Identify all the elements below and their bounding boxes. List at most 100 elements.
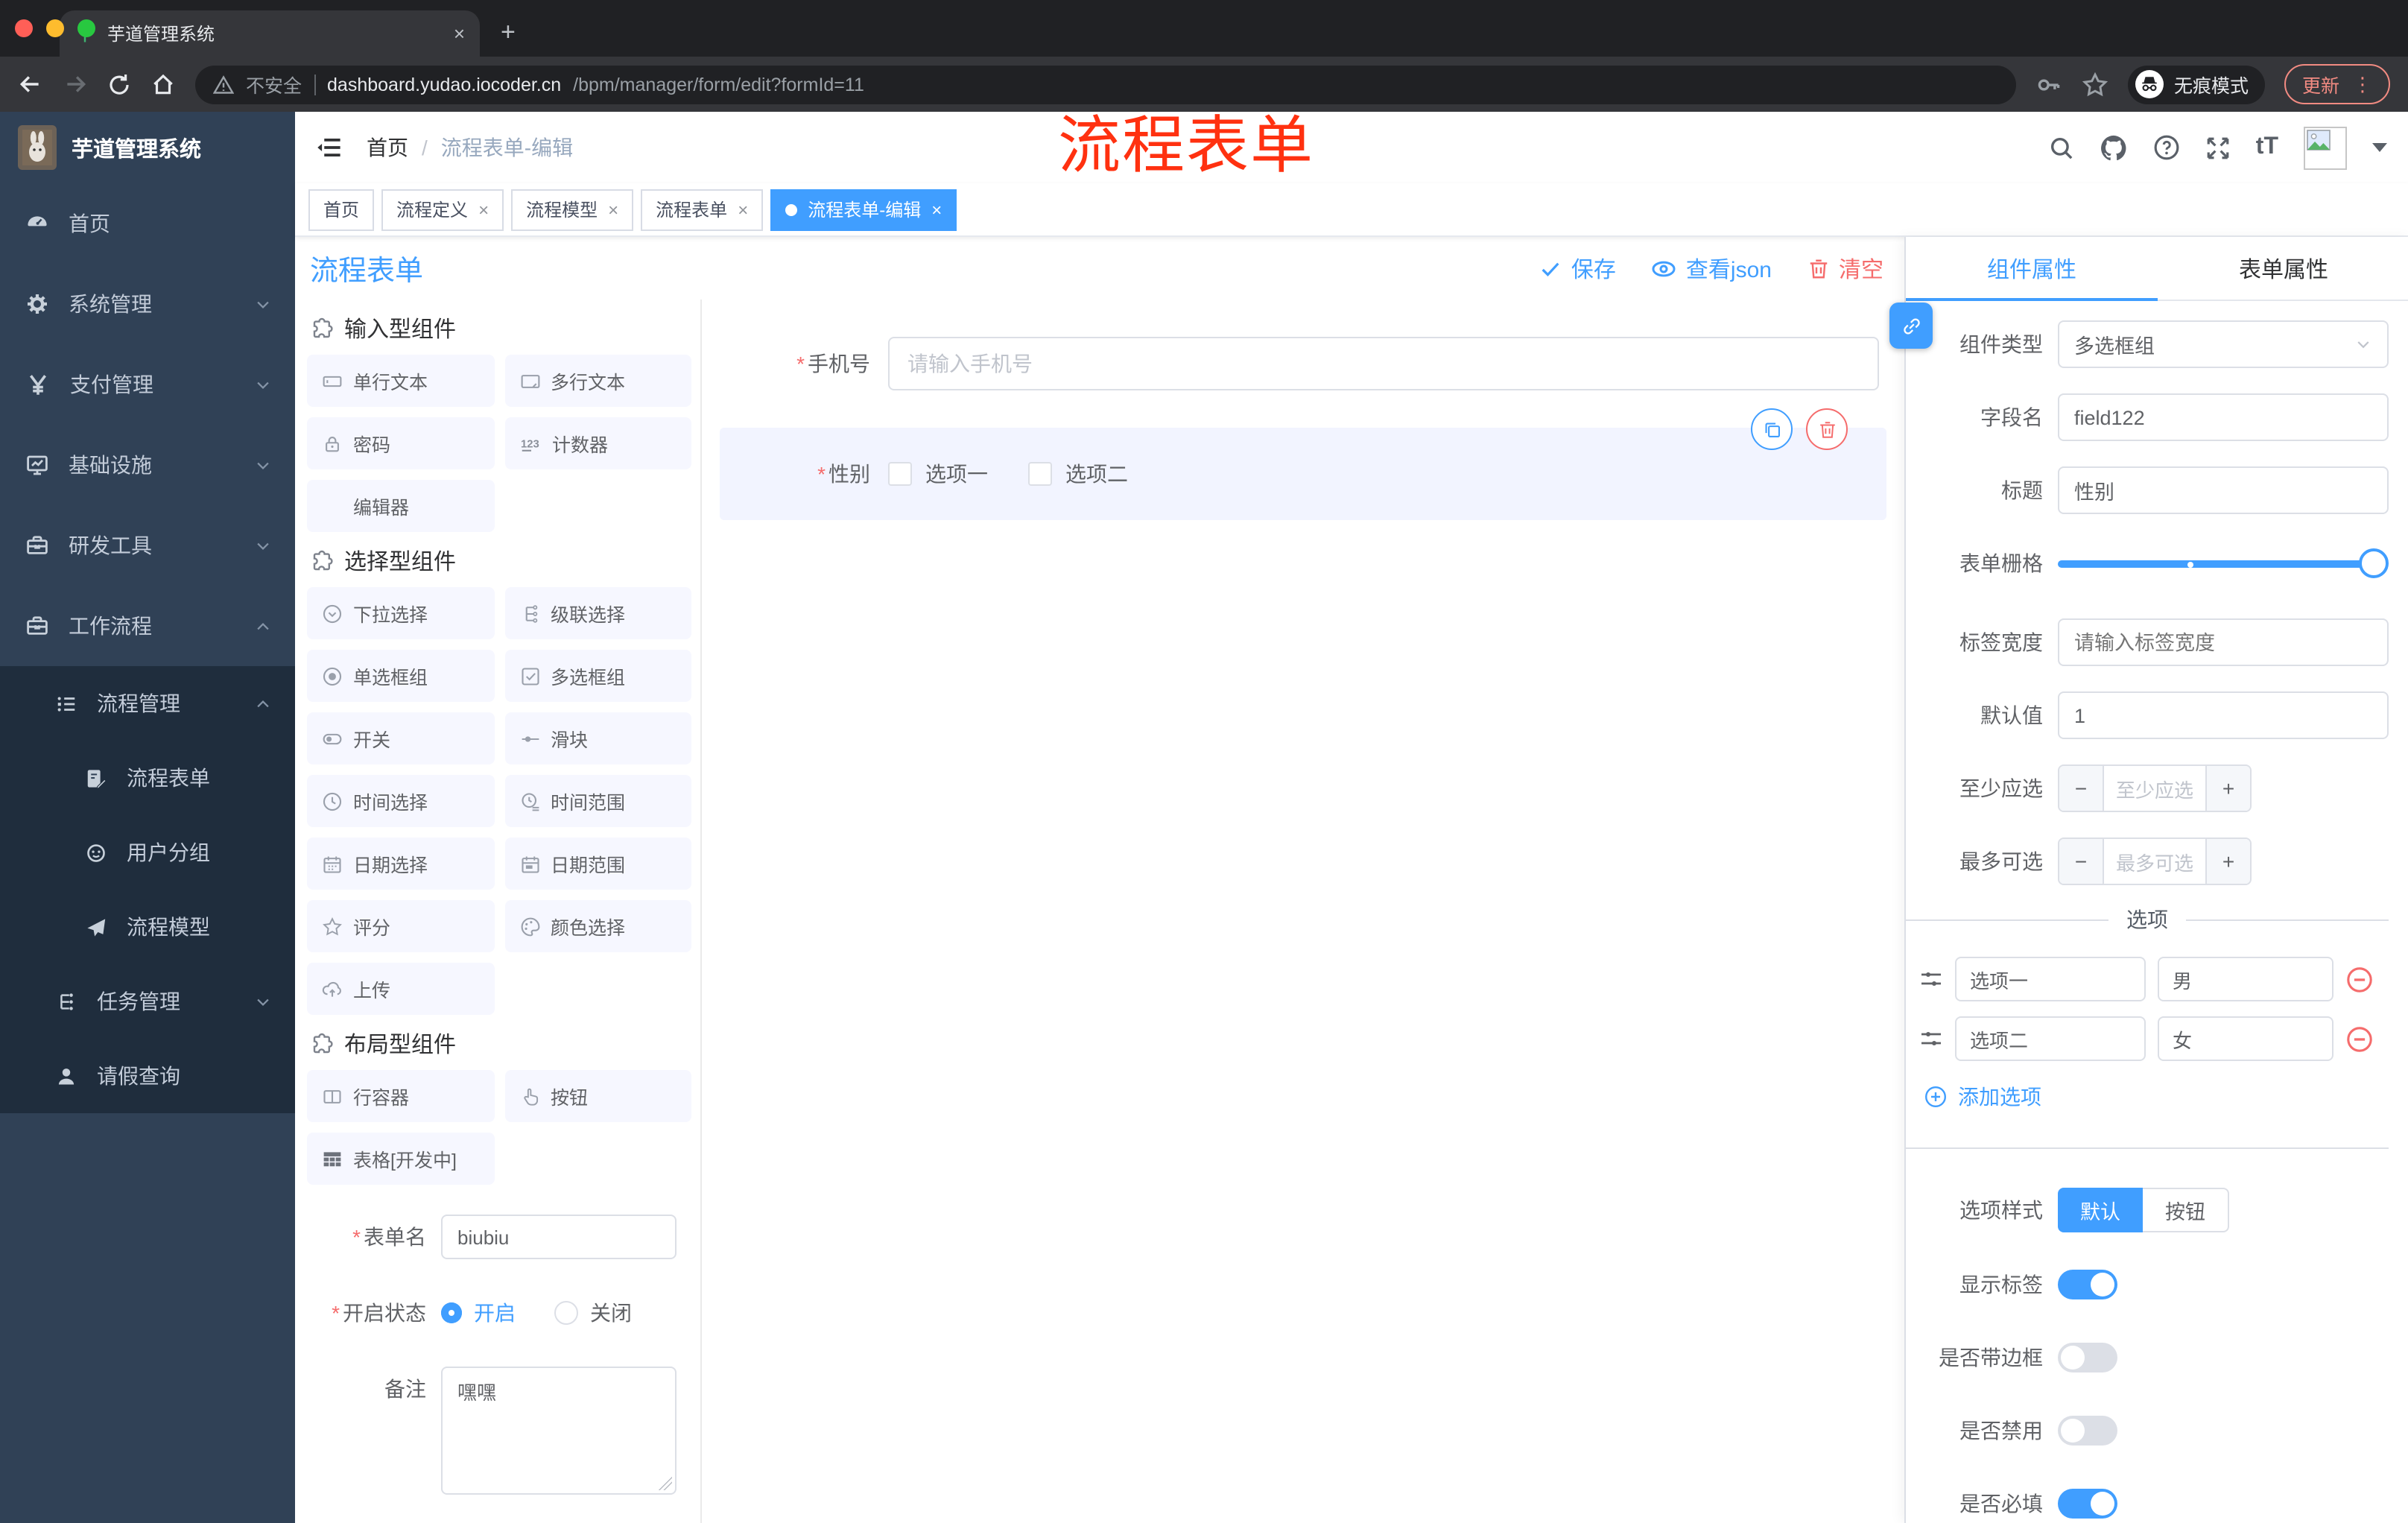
increase-button[interactable]: + [2205, 766, 2250, 811]
bookmark-star-icon[interactable] [2082, 71, 2108, 98]
password-key-icon[interactable] [2035, 71, 2062, 98]
tab-close-icon[interactable]: × [454, 22, 465, 45]
tag-process-form-edit[interactable]: 流程表单-编辑 × [770, 189, 957, 230]
component-slider[interactable]: 滑块 [504, 712, 691, 764]
tab-component-props[interactable]: 组件属性 [1906, 237, 2158, 300]
sidebar-item-process-form[interactable]: 流程表单 [0, 741, 295, 815]
option2-label-input[interactable] [1955, 1016, 2146, 1061]
sidebar-item-workflow[interactable]: 工作流程 [0, 586, 295, 666]
gender-checkbox-option1[interactable]: 选项一 [888, 459, 988, 489]
tag-close-icon[interactable]: × [931, 199, 942, 220]
required-toggle[interactable] [2058, 1489, 2117, 1519]
component-upload[interactable]: 上传 [307, 963, 494, 1015]
breadcrumb-home[interactable]: 首页 [367, 133, 408, 162]
duplicate-component-button[interactable] [1751, 408, 1793, 450]
field-name-input[interactable] [2058, 393, 2389, 441]
style-default-button[interactable]: 默认 [2058, 1188, 2143, 1232]
component-counter[interactable]: 123 计数器 [504, 417, 691, 469]
tag-close-icon[interactable]: × [738, 199, 748, 220]
reload-icon[interactable] [107, 72, 131, 96]
component-button[interactable]: 按钮 [504, 1070, 691, 1122]
sidebar-item-system[interactable]: 系统管理 [0, 264, 295, 344]
title-input[interactable] [2058, 466, 2389, 514]
tag-process-definition[interactable]: 流程定义 × [381, 189, 504, 230]
zoom-window-button[interactable] [77, 19, 95, 37]
grid-slider[interactable] [2058, 539, 2389, 587]
search-icon[interactable] [2049, 135, 2074, 160]
github-icon[interactable] [2100, 133, 2128, 162]
sidebar-item-user-group[interactable]: 用户分组 [0, 815, 295, 890]
component-date-range[interactable]: 日期范围 [504, 838, 691, 890]
component-color-picker[interactable]: 颜色选择 [504, 900, 691, 952]
remove-option-icon[interactable] [2345, 1025, 2374, 1053]
tab-form-props[interactable]: 表单属性 [2158, 237, 2408, 300]
drag-handle-icon[interactable] [1919, 1027, 1943, 1051]
gender-checkbox-option2[interactable]: 选项二 [1028, 459, 1128, 489]
tag-process-model[interactable]: 流程模型 × [511, 189, 634, 230]
component-editor[interactable]: 编辑器 [307, 480, 494, 532]
collapse-sidebar-icon[interactable] [316, 134, 343, 161]
style-button-button[interactable]: 按钮 [2143, 1188, 2229, 1232]
canvas-field-phone[interactable]: * 手机号 请输入手机号 [720, 337, 1879, 390]
remove-option-icon[interactable] [2345, 965, 2374, 993]
home-icon[interactable] [150, 72, 176, 97]
component-type-select[interactable]: 多选框组 [2058, 320, 2389, 368]
avatar-caret-icon[interactable] [2372, 143, 2387, 152]
option1-value-input[interactable] [2158, 957, 2333, 1001]
component-table-dev[interactable]: 表格[开发中] [307, 1133, 494, 1185]
phone-input[interactable]: 请输入手机号 [888, 337, 1879, 390]
drag-handle-icon[interactable] [1919, 967, 1943, 991]
tag-close-icon[interactable]: × [608, 199, 618, 220]
browser-update-button[interactable]: 更新 ⋮ [2284, 64, 2390, 104]
default-value-input[interactable] [2058, 691, 2389, 739]
component-switch[interactable]: 开关 [307, 712, 494, 764]
sidebar-item-task-management[interactable]: 任务管理 [0, 964, 295, 1039]
component-time-picker[interactable]: 时间选择 [307, 775, 494, 827]
increase-button[interactable]: + [2205, 839, 2250, 884]
component-multi-line-text[interactable]: 多行文本 [504, 355, 691, 407]
canvas-field-gender-selected[interactable]: * 性别 选项一 选项二 [720, 408, 1886, 520]
component-date-picker[interactable]: 日期选择 [307, 838, 494, 890]
address-bar[interactable]: 不安全 dashboard.yudao.iocoder.cn /bpm/mana… [195, 65, 2016, 104]
back-icon[interactable] [18, 72, 43, 97]
component-cascader[interactable]: 级联选择 [504, 587, 691, 639]
sidebar-item-infrastructure[interactable]: 基础设施 [0, 425, 295, 505]
forward-icon[interactable] [63, 72, 88, 97]
min-select-value[interactable]: 至少应选 [2104, 766, 2205, 811]
component-rate[interactable]: 评分 [307, 900, 494, 952]
sidebar-item-devtools[interactable]: 研发工具 [0, 505, 295, 586]
close-window-button[interactable] [15, 19, 33, 37]
view-json-button[interactable]: 查看json [1652, 253, 1772, 284]
tag-close-icon[interactable]: × [478, 199, 489, 220]
border-toggle[interactable] [2058, 1343, 2117, 1372]
option1-label-input[interactable] [1955, 957, 2146, 1001]
font-size-icon[interactable]: tT [2256, 134, 2278, 161]
sidebar-item-home[interactable]: 首页 [0, 183, 295, 264]
avatar[interactable] [2304, 126, 2347, 169]
tag-home[interactable]: 首页 [308, 189, 375, 230]
component-password[interactable]: 密码 [307, 417, 494, 469]
sidebar-item-process-model[interactable]: 流程模型 [0, 890, 295, 964]
form-name-input[interactable] [441, 1215, 677, 1259]
component-time-range[interactable]: 时间范围 [504, 775, 691, 827]
form-canvas[interactable]: * 手机号 请输入手机号 * 性别 选项一 选项二 [702, 300, 1904, 1523]
browser-menu-icon[interactable]: ⋮ [2353, 72, 2372, 96]
component-row-container[interactable]: 行容器 [307, 1070, 494, 1122]
label-width-input[interactable] [2058, 618, 2389, 666]
component-select[interactable]: 下拉选择 [307, 587, 494, 639]
max-select-value[interactable]: 最多可选 [2104, 839, 2205, 884]
status-radio-off[interactable]: 关闭 [554, 1291, 632, 1335]
disabled-toggle[interactable] [2058, 1416, 2117, 1446]
add-option-button[interactable]: 添加选项 [1924, 1082, 2389, 1112]
component-checkbox-group[interactable]: 多选框组 [504, 650, 691, 702]
sidebar-item-process-management[interactable]: 流程管理 [0, 666, 295, 741]
status-radio-on[interactable]: 开启 [441, 1291, 516, 1335]
new-tab-button[interactable]: + [501, 18, 516, 48]
delete-component-button[interactable] [1806, 408, 1848, 450]
component-radio-group[interactable]: 单选框组 [307, 650, 494, 702]
option2-value-input[interactable] [2158, 1016, 2333, 1061]
decrease-button[interactable]: − [2059, 839, 2104, 884]
help-icon[interactable] [2153, 134, 2180, 161]
form-remark-textarea[interactable]: 嘿嘿 [441, 1367, 677, 1495]
save-button[interactable]: 保存 [1540, 253, 1616, 284]
